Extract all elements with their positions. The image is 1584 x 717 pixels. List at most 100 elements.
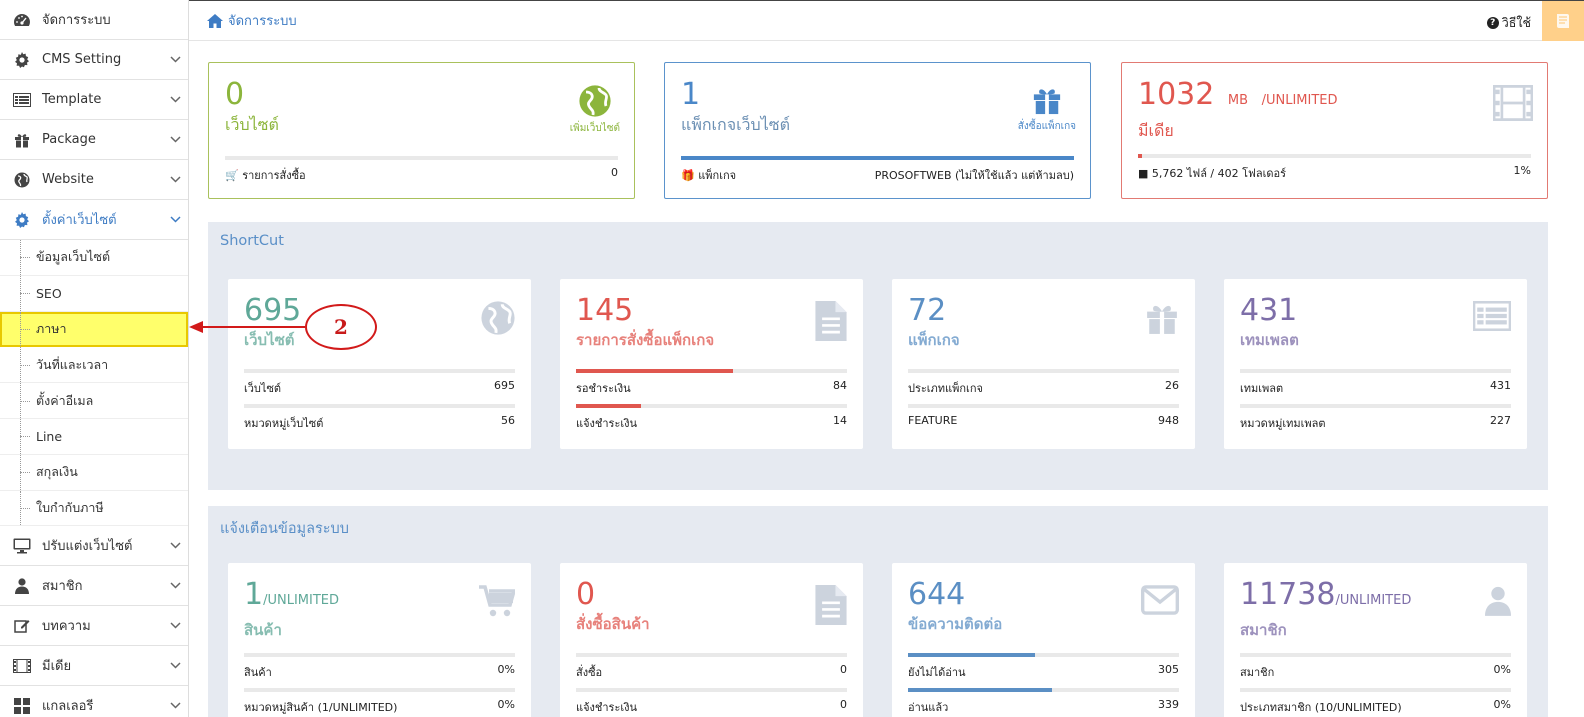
media-size: 1032 [1138,77,1215,112]
progress-bar [1138,154,1531,158]
row-value: 26 [1165,379,1179,392]
progress-fill [908,688,1052,692]
progress-bar [1240,404,1511,408]
add-website-label: เพิ่มเว็บไซต์ [569,123,620,134]
package-label: แพ็กเกจ [698,169,737,182]
stat-card[interactable]: 11738/UNLIMITED สมาชิก สมาชิก 0% ประเภทสมาชิ… [1224,563,1527,717]
card-row[interactable]: สั่งซื้อ 0 [576,663,847,681]
card-row[interactable]: แจ้งชำระเงิน 14 [576,414,847,432]
row-label: FEATURE [908,414,958,427]
card-row[interactable]: เทมเพลต 431 [1240,379,1511,397]
stat-label: มีเดีย [1138,121,1174,140]
row-value: 84 [833,379,847,392]
row-value: 0 [840,663,847,676]
card-value: 145 [576,295,847,327]
alerts-panel: แจ้งเตือนข้อมูลระบบ 1/UNLIMITED สินค้า สิน… [208,506,1548,717]
row-label: แจ้งชำระเงิน [576,701,638,714]
card-label: เทมเพลต [1240,331,1299,349]
progress-bar [681,156,1074,160]
manual-button[interactable] [1542,1,1584,41]
row-label: เทมเพลต [1240,382,1284,395]
progress-bar [1240,369,1511,373]
envelope-icon [1141,585,1179,618]
card-value: 0 [576,579,847,611]
row-value: 227 [1490,414,1511,427]
orders-value: 0 [611,166,618,179]
package-label-wrap: 🎁 แพ็กเกจ [681,169,737,182]
stat-card[interactable]: 431 เทมเพลต เทมเพลต 431 หมวดหมู่เทมเพลต 227 [1224,279,1527,449]
progress-bar [576,404,847,408]
help-link[interactable]: ? วิธีใช้ [1486,13,1531,33]
row-label: สมาชิก [1240,666,1275,679]
row-value: 0% [1493,663,1511,676]
card-value: 644 [908,579,1179,611]
row-value: 695 [494,379,515,392]
progress-fill [576,404,642,408]
cart-icon [479,585,517,620]
card-value: 72 [908,295,1179,327]
buy-package-label: สั่งซื้อแพ็กเกจ [1017,121,1076,132]
row-label: อ่านแล้ว [908,701,949,714]
progress-bar [908,653,1179,657]
film-icon [1493,85,1533,121]
card-row[interactable]: หมวดหมู่เทมเพลต 227 [1240,414,1511,432]
row-label: ประเภทสมาชิก (10/UNLIMITED) [1240,701,1402,714]
stat-media: 1032 MB /UNLIMITED มีเดีย ■ 5,762 ไฟล์ /… [1121,62,1548,199]
row-label: หมวดหมู่เทมเพลต [1240,417,1326,430]
add-website-link[interactable]: เพิ่มเว็บไซต์ [570,85,620,136]
card-row[interactable]: แจ้งชำระเงิน 0 [576,698,847,716]
media-unit: MB [1227,93,1249,108]
card-row[interactable]: สมาชิก 0% [1240,663,1511,681]
card-number: 72 [908,293,947,328]
row-label: รอชำระเงิน [576,382,631,395]
stat-label: แพ็กเกจเว็บไซต์ [681,115,790,134]
question-icon: ? [1486,17,1499,29]
stat-value: 1032 MB /UNLIMITED [1138,79,1531,117]
row-label: แจ้งชำระเงิน [576,417,638,430]
row-label: ยังไม่ได้อ่าน [908,666,966,679]
progress-bar [908,688,1179,692]
progress-bar [576,369,847,373]
row-value: 0% [1493,698,1511,711]
card-number: 431 [1240,293,1298,328]
files-folders-label: 5,762 ไฟล์ / 402 โฟลเดอร์ [1151,167,1286,180]
card-row[interactable]: ประเภทแพ็กเกจ 26 [908,379,1179,397]
progress-bar [1240,688,1511,692]
card-row[interactable]: อ่านแล้ว 339 [908,698,1179,716]
card-row[interactable]: รอชำระเงิน 84 [576,379,847,397]
stat-card[interactable]: 72 แพ็กเกจ ประเภทแพ็กเกจ 26 FEATURE 948 [892,279,1195,449]
folder-label-wrap: ■ 5,762 ไฟล์ / 402 โฟลเดอร์ [1138,167,1286,180]
row-value: 0% [497,663,515,676]
annotation-step-number: 2 [305,304,377,350]
card-row[interactable]: ประเภทสมาชิก (10/UNLIMITED) 0% [1240,698,1511,716]
row-label: ประเภทแพ็กเกจ [908,382,983,395]
buy-package-link[interactable]: สั่งซื้อแพ็กเกจ [1018,85,1076,134]
card-row[interactable]: FEATURE 948 [908,414,1179,427]
progress-bar [1240,653,1511,657]
card-label: รายการสั่งซื้อแพ็กเกจ [576,331,715,349]
stat-card[interactable]: 145 รายการสั่งซื้อแพ็กเกจรอชำระเงิน 84 แจ้ง… [560,279,863,449]
annotation-arrow [189,321,305,333]
row-value: 0% [497,698,515,711]
gift-icon [1033,89,1061,115]
file-icon [815,301,847,344]
stat-package: 1 แพ็กเกจเว็บไซต์ สั่งซื้อแพ็กเกจ 🎁 แพ็ก… [664,62,1091,199]
stat-footer: 🎁 แพ็กเกจ PROSOFTWEB (ไม่ให้ใช้แล้ว แต่ห… [681,166,1074,184]
progress-bar [576,688,847,692]
row-value: 0 [840,698,847,711]
card-value: 11738/UNLIMITED [1240,579,1511,617]
card-number: 644 [908,577,966,612]
stat-card[interactable]: 0 สั่งซื้อสินค้า สั่งซื้อ 0 แจ้งชำระเงิน 0 [560,563,863,717]
help-label: วิธีใช้ [1501,15,1531,30]
card-label: ข้อความติดต่อ [908,615,1003,633]
card-row[interactable]: ยังไม่ได้อ่าน 305 [908,663,1179,681]
card-suffix: /UNLIMITED [1335,593,1412,608]
card-number: 0 [576,577,596,612]
stat-card[interactable]: 644 ข้อความติดต่อยังไม่ได้อ่าน 305 อ่านแล้ว… [892,563,1195,717]
list-icon [1472,301,1512,334]
card-number: 145 [576,293,634,328]
row-value: 431 [1490,379,1511,392]
gift-icon [1145,301,1179,338]
card-number: 11738 [1240,577,1336,612]
globe-icon [579,85,611,117]
